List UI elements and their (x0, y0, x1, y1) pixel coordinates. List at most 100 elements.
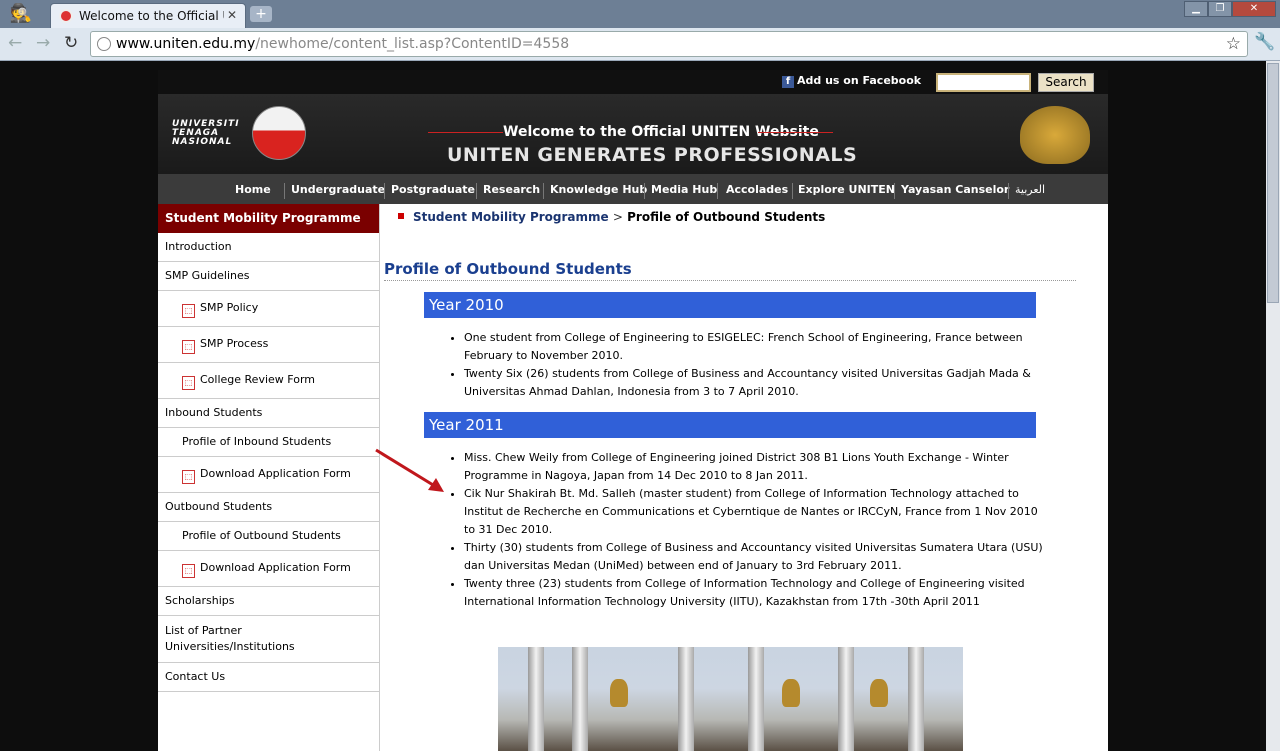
welcome-rule-left (428, 132, 503, 133)
photo-column (838, 647, 854, 751)
address-bar[interactable]: www.uniten.edu.my/newhome/content_list.a… (90, 31, 1248, 57)
menu-separator (476, 183, 477, 199)
menu-separator (792, 183, 793, 199)
menu-separator (543, 183, 544, 199)
incognito-icon: 🕵 (9, 3, 33, 24)
sidebar-item-label: SMP Policy (200, 301, 259, 314)
url-host: www.uniten.edu.my (116, 36, 256, 52)
site-banner: UNIVERSITI TENAGA NASIONAL Welcome to th… (158, 94, 1108, 174)
menu-yayasan-canselor[interactable]: Yayasan Canselor (901, 183, 1009, 196)
search-button[interactable]: Search (1038, 73, 1094, 92)
list-item: Cik Nur Shakirah Bt. Md. Salleh (master … (464, 485, 1044, 539)
sidebar-item-profile-outbound[interactable]: Profile of Outbound Students (158, 522, 379, 551)
close-window-button[interactable]: ✕ (1232, 1, 1276, 17)
breadcrumb-current: Profile of Outbound Students (627, 210, 826, 224)
sidebar-item-label: SMP Guidelines (165, 269, 250, 282)
sidebar-item-smp-process[interactable]: ⬚ SMP Process (158, 327, 379, 363)
slogan-text: UNITEN GENERATES PROFESSIONALS (447, 144, 858, 166)
page-title: Profile of Outbound Students (384, 260, 1076, 281)
photo-column (678, 647, 694, 751)
bullet-icon (398, 213, 404, 219)
reload-button[interactable]: ↻ (64, 33, 78, 53)
pdf-icon: ⬚ (182, 564, 195, 578)
sidebar-item-outbound-students[interactable]: Outbound Students (158, 493, 379, 522)
menu-explore-uniten[interactable]: Explore UNITEN (798, 183, 895, 196)
sidebar-item-label: Profile of Inbound Students (182, 435, 332, 448)
facebook-link[interactable]: f Add us on Facebook (782, 74, 921, 88)
sidebar-item-label: Download Application Form (200, 467, 351, 480)
browser-toolbar: ← → ↻ www.uniten.edu.my/newhome/content_… (0, 28, 1280, 61)
menu-knowledge-hub[interactable]: Knowledge Hub (550, 183, 647, 196)
menu-undergraduate[interactable]: Undergraduate (291, 183, 385, 196)
menu-separator (894, 183, 895, 199)
menu-separator (384, 183, 385, 199)
photo-column (528, 647, 544, 751)
breadcrumb-parent[interactable]: Student Mobility Programme (413, 210, 609, 224)
bookmark-star-icon[interactable]: ☆ (1226, 34, 1241, 54)
year-2010-list: One student from College of Engineering … (464, 329, 1044, 401)
sidebar-item-introduction[interactable]: Introduction (158, 233, 379, 262)
list-item: Twenty Six (26) students from College of… (464, 365, 1044, 401)
pdf-icon: ⬚ (182, 340, 195, 354)
forward-button[interactable]: → (36, 33, 50, 53)
photo-urn (782, 679, 800, 707)
list-item: Thirty (30) students from College of Bus… (464, 539, 1044, 575)
back-button[interactable]: ← (8, 33, 22, 53)
menu-arabic[interactable]: العربية (1015, 183, 1045, 196)
sidebar-item-label: List of Partner Universities/Institution… (165, 624, 295, 653)
restore-button[interactable]: ❐ (1208, 1, 1232, 17)
group-photo (498, 647, 963, 751)
menu-separator (284, 183, 285, 199)
menu-home[interactable]: Home (235, 183, 271, 196)
main-menu: Home Undergraduate Postgraduate Research… (158, 174, 1108, 204)
globe-icon (97, 37, 111, 51)
menu-accolades[interactable]: Accolades (726, 183, 788, 196)
facebook-icon: f (782, 76, 794, 88)
sidebar-item-download-outbound-form[interactable]: ⬚ Download Application Form (158, 551, 379, 587)
year-heading: Year 2010 (424, 292, 1036, 318)
menu-separator (1008, 183, 1009, 199)
search-input[interactable] (936, 73, 1031, 92)
menu-separator (717, 183, 718, 199)
sidebar-item-profile-inbound[interactable]: Profile of Inbound Students (158, 428, 379, 457)
list-item: Twenty three (23) students from College … (464, 575, 1044, 611)
sidebar-item-label: Introduction (165, 240, 232, 253)
sidebar-item-smp-guidelines[interactable]: SMP Guidelines (158, 262, 379, 291)
photo-column (908, 647, 924, 751)
web-page: f Add us on Facebook Search UNIVERSITI TE… (158, 70, 1108, 751)
sidebar-item-partner-universities[interactable]: List of Partner Universities/Institution… (158, 616, 379, 663)
sidebar-item-college-review-form[interactable]: ⬚ College Review Form (158, 363, 379, 399)
url-path: /newhome/content_list.asp?ContentID=4558 (255, 36, 570, 52)
sidebar-item-smp-policy[interactable]: ⬚ SMP Policy (158, 291, 379, 327)
sidebar-item-contact-us[interactable]: Contact Us (158, 663, 379, 692)
browser-tab[interactable]: Welcome to the Official Univer ✕ (50, 3, 246, 28)
new-tab-button[interactable]: + (250, 6, 272, 22)
photo-urn (870, 679, 888, 707)
menu-research[interactable]: Research (483, 183, 540, 196)
top-strip: f Add us on Facebook Search (158, 70, 1108, 94)
scrollbar-thumb[interactable] (1267, 63, 1279, 303)
sidebar-header: Student Mobility Programme (158, 204, 379, 233)
logo-emblem (252, 106, 306, 160)
photo-urn (610, 679, 628, 707)
facebook-label: Add us on Facebook (797, 74, 922, 87)
menu-postgraduate[interactable]: Postgraduate (391, 183, 475, 196)
year-heading: Year 2011 (424, 412, 1036, 438)
menu-media-hub[interactable]: Media Hub (651, 183, 717, 196)
favicon-icon (59, 9, 73, 23)
sidebar-item-scholarships[interactable]: Scholarships (158, 587, 379, 616)
breadcrumb-separator: > (612, 210, 623, 224)
pdf-icon: ⬚ (182, 304, 195, 318)
minimize-button[interactable]: ▁ (1184, 1, 1208, 17)
logo-text: UNIVERSITI TENAGA NASIONAL (172, 119, 240, 147)
sidebar-item-label: Profile of Outbound Students (182, 529, 341, 542)
sidebar-item-label: Download Application Form (200, 561, 351, 574)
sidebar-item-inbound-students[interactable]: Inbound Students (158, 399, 379, 428)
uniten-logo[interactable]: UNIVERSITI TENAGA NASIONAL (172, 104, 312, 164)
sidebar: Student Mobility Programme Introduction … (158, 204, 380, 751)
close-tab-icon[interactable]: ✕ (227, 8, 237, 22)
wrench-menu-icon[interactable]: 🔧 (1254, 32, 1275, 52)
pdf-icon: ⬚ (182, 470, 195, 484)
sidebar-item-label: College Review Form (200, 373, 315, 386)
sidebar-item-download-inbound-form[interactable]: ⬚ Download Application Form (158, 457, 379, 493)
